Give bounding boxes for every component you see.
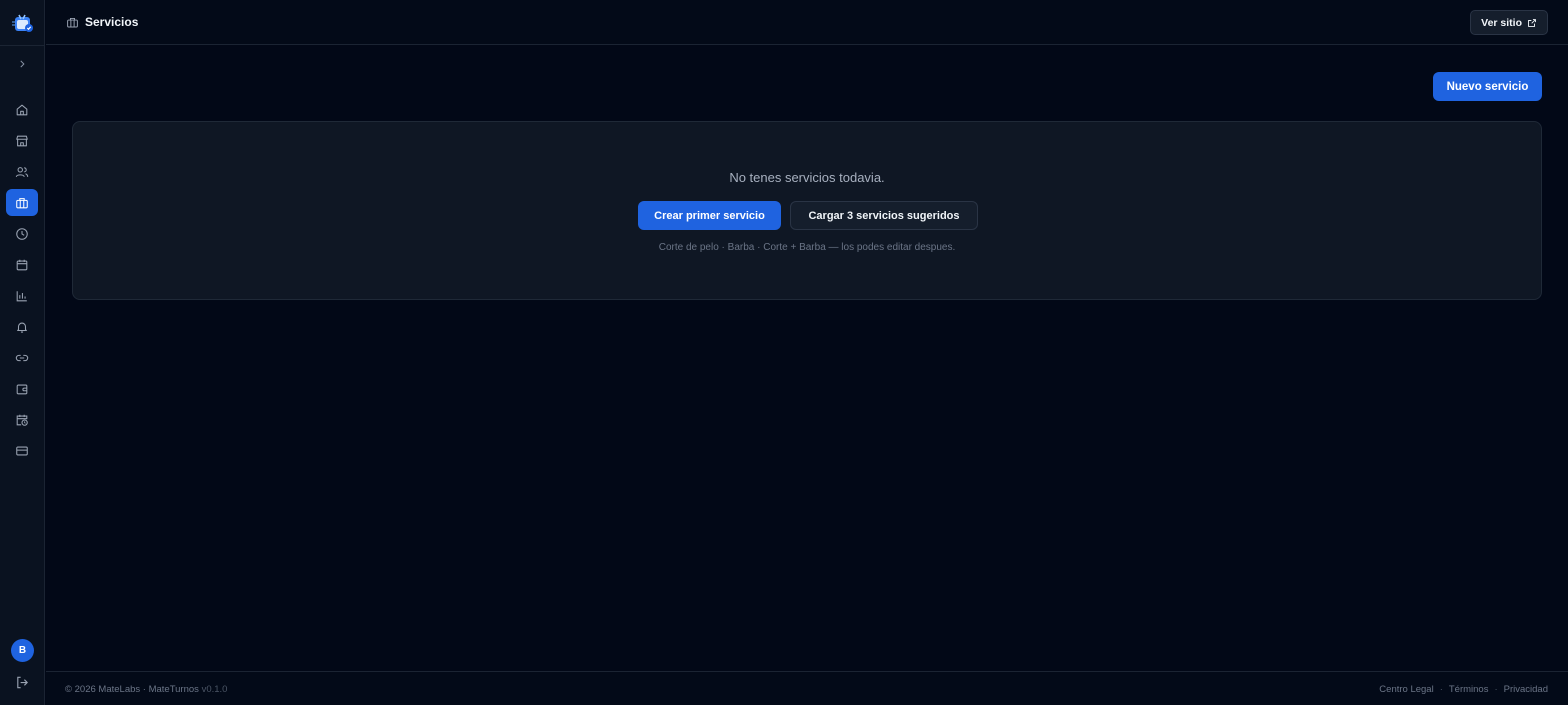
footer: © 2026 MateLabs · MateTurnos v0.1.0 Cent… [46,671,1568,705]
sidebar-item-servicios[interactable] [6,189,38,216]
copyright-text: © 2026 MateLabs · MateTurnos [65,684,199,695]
app-version: v0.1.0 [201,684,228,695]
calendar-clock-icon [16,414,28,426]
empty-state-card: No tenes servicios todavia. Crear primer… [72,121,1542,300]
sidebar-item-home[interactable] [6,96,38,123]
sidebar-item-wallet[interactable] [6,375,38,402]
external-link-icon [1528,18,1536,27]
footer-copyright: © 2026 MateLabs · MateTurnos v0.1.0 [65,684,227,695]
view-site-label: Ver sitio [1481,16,1522,29]
load-suggested-services-button[interactable]: Cargar 3 servicios sugeridos [790,201,978,230]
sidebar-item-notifications[interactable] [6,313,38,340]
calendar-icon [16,259,28,270]
credit-card-icon [16,446,28,455]
page-title: Servicios [85,15,139,29]
sidebar-divider [0,45,45,46]
sidebar-item-schedule[interactable] [6,220,38,247]
suggested-services-hint: Corte de pelo · Barba · Corte + Barba — … [658,242,956,253]
logout-button[interactable] [15,675,30,690]
wallet-icon [16,384,28,394]
sidebar-item-stats[interactable] [6,282,38,309]
privacy-link[interactable]: Privacidad [1504,684,1548,695]
sidebar-item-calendar[interactable] [6,251,38,278]
create-first-service-button[interactable]: Crear primer servicio [638,201,781,230]
bar-chart-icon [16,290,27,301]
view-site-button[interactable]: Ver sitio [1470,10,1548,35]
footer-legal-links: Centro Legal · Términos · Privacidad [1379,684,1548,695]
footer-separator: · [1439,684,1443,695]
empty-state-message: No tenes servicios todavia. [729,170,885,185]
logout-icon [17,676,28,689]
sidebar-item-links[interactable] [6,344,38,371]
footer-separator: · [1494,684,1498,695]
sidebar-item-store[interactable] [6,127,38,154]
briefcase-icon [16,197,28,208]
mateturnos-logo[interactable] [11,12,35,34]
sidebar-item-billing[interactable] [6,437,38,464]
link-icon [15,354,29,361]
users-icon [15,166,29,177]
sidebar-item-bookings[interactable] [6,406,38,433]
store-icon [16,135,28,146]
sidebar-expand-button[interactable] [14,56,30,72]
terms-link[interactable]: Términos [1449,684,1489,695]
sidebar: B [0,0,45,705]
bell-icon [17,322,27,333]
home-icon [16,104,28,115]
sidebar-item-users[interactable] [6,158,38,185]
clock-icon [16,227,28,240]
avatar[interactable]: B [11,639,34,662]
top-header: Servicios Ver sitio [46,0,1568,45]
legal-center-link[interactable]: Centro Legal [1379,684,1433,695]
briefcase-icon [67,17,78,28]
new-service-button[interactable]: Nuevo servicio [1433,72,1542,101]
chevron-right-icon [20,60,25,68]
